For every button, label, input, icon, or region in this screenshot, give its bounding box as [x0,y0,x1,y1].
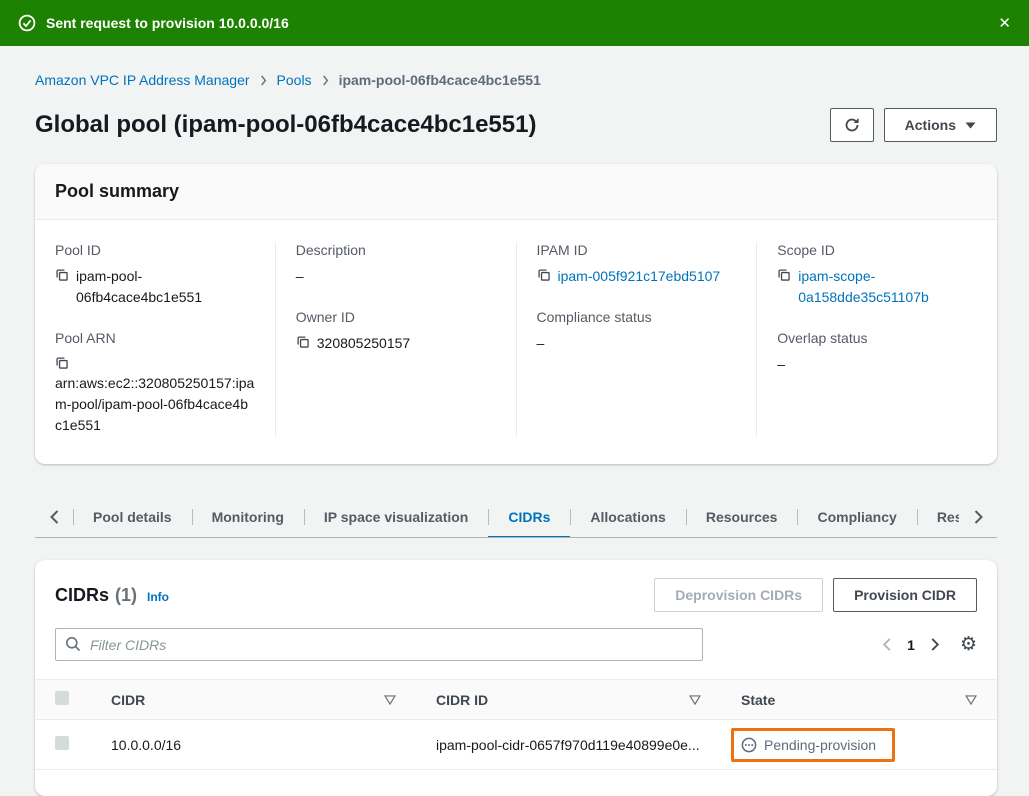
close-icon[interactable]: ✕ [998,16,1011,31]
filter-input[interactable] [55,628,703,661]
flash-banner: Sent request to provision 10.0.0.0/16 ✕ [0,0,1029,46]
tab-monitoring[interactable]: Monitoring [192,496,304,537]
pagination: 1 ⚙ [882,635,977,654]
actions-button-label: Actions [905,117,956,133]
tabs-scroll-left-icon[interactable] [35,496,73,537]
cidrs-count: (1) [115,585,137,606]
breadcrumb-separator-icon [321,75,330,86]
row-checkbox[interactable] [55,736,69,750]
tab-resources[interactable]: Resources [686,496,798,537]
owner-id-value: 320805250157 [317,333,410,354]
copy-icon[interactable] [296,335,310,354]
overlap-status-label: Overlap status [777,330,977,346]
pagination-current-page[interactable]: 1 [907,637,915,653]
banner-message: Sent request to provision 10.0.0.0/16 [46,15,988,31]
owner-id-label: Owner ID [296,309,496,325]
info-link[interactable]: Info [147,590,169,604]
success-check-icon [18,14,36,32]
tab-bar: Pool details Monitoring IP space visuali… [35,496,997,538]
copy-icon[interactable] [55,268,69,308]
breadcrumb-current: ipam-pool-06fb4cace4bc1e551 [339,72,541,88]
breadcrumb-separator-icon [259,75,268,86]
tab-cidrs[interactable]: CIDRs [488,496,570,537]
search-icon [65,636,81,652]
copy-icon[interactable] [537,268,551,287]
tab-allocations[interactable]: Allocations [570,496,685,537]
page-title: Global pool (ipam-pool-06fb4cace4bc1e551… [35,111,536,139]
settings-gear-icon[interactable]: ⚙ [960,635,977,654]
scope-id-link[interactable]: ipam-scope-0a158dde35c51107b [798,266,977,308]
column-filter-icon[interactable] [384,695,396,705]
column-header-state: State [741,692,775,708]
pool-summary-title: Pool summary [55,181,977,202]
table-row: 10.0.0.0/16 ipam-pool-cidr-0657f970d119e… [35,720,997,770]
pool-id-label: Pool ID [55,242,255,258]
annotation-highlight: Pending-provision [731,728,895,762]
deprovision-cidrs-button[interactable]: Deprovision CIDRs [654,578,823,612]
copy-icon[interactable] [55,356,255,370]
cidrs-card: CIDRs (1) Info Deprovision CIDRs Provisi… [35,560,997,796]
overlap-status-value: – [777,354,785,375]
column-header-cidr-id: CIDR ID [436,692,488,708]
cidrs-table: CIDR CIDR ID [35,679,997,770]
scope-id-label: Scope ID [777,242,977,258]
provision-cidr-button[interactable]: Provision CIDR [833,578,977,612]
column-filter-icon[interactable] [689,695,701,705]
description-label: Description [296,242,496,258]
refresh-icon [844,117,860,133]
tab-resource-truncated[interactable]: Reso [917,496,959,537]
pool-arn-value: arn:aws:ec2::320805250157:ipam-pool/ipam… [55,373,255,436]
column-header-cidr: CIDR [111,692,145,708]
pool-arn-label: Pool ARN [55,330,255,346]
cidr-id-cell: ipam-pool-cidr-0657f970d119e40899e0e... [416,720,721,770]
refresh-button[interactable] [830,108,874,142]
pool-id-value: ipam-pool-06fb4cace4bc1e551 [76,266,255,308]
tab-compliancy[interactable]: Compliancy [797,496,916,537]
pool-summary-body: Pool ID ipam-pool-06fb4cace4bc1e551 Pool… [35,220,997,464]
breadcrumb-link-pools[interactable]: Pools [277,72,312,88]
copy-icon[interactable] [777,268,791,308]
description-value: – [296,266,304,287]
state-cell: Pending-provision [721,720,997,770]
pagination-previous-icon[interactable] [882,638,892,651]
column-filter-icon[interactable] [965,695,977,705]
state-text: Pending-provision [764,737,876,753]
cidr-cell: 10.0.0.0/16 [91,720,416,770]
tab-ip-space-visualization[interactable]: IP space visualization [304,496,488,537]
pool-summary-card: Pool summary Pool ID ipam-pool-06fb4cace… [35,164,997,464]
cidrs-title: CIDRs [55,585,109,606]
compliance-status-label: Compliance status [537,309,737,325]
ipam-id-link[interactable]: ipam-005f921c17ebd5107 [558,266,721,287]
breadcrumb: Amazon VPC IP Address Manager Pools ipam… [35,46,997,88]
actions-button[interactable]: Actions [884,108,997,142]
pagination-next-icon[interactable] [930,638,940,651]
tab-pool-details[interactable]: Pool details [73,496,192,537]
pending-status-icon [741,737,757,753]
tabs-scroll-right-icon[interactable] [959,496,997,537]
caret-down-icon [965,122,976,129]
breadcrumb-link-ipam[interactable]: Amazon VPC IP Address Manager [35,72,250,88]
select-all-checkbox[interactable] [55,691,69,705]
compliance-status-value: – [537,333,545,354]
pool-summary-header: Pool summary [35,164,997,220]
ipam-id-label: IPAM ID [537,242,737,258]
